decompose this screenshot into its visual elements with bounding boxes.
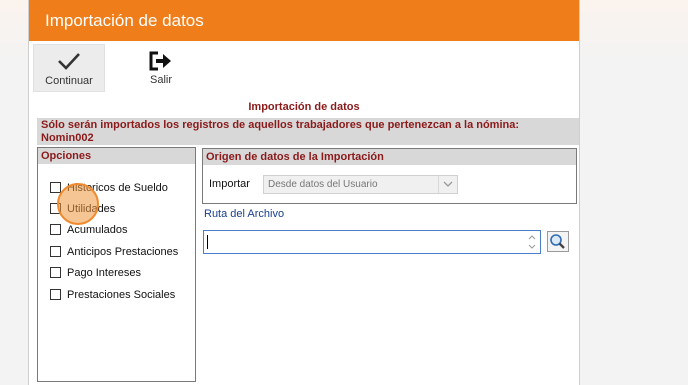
exit-button[interactable]: Salir [131,44,191,92]
option-historicos-sueldo[interactable]: Historicos de Sueldo [50,181,168,195]
import-source-value: Desde datos del Usuario [268,179,378,190]
options-header: Opciones [38,148,195,164]
check-icon [57,51,81,74]
checkbox[interactable] [50,266,61,278]
option-pago-intereses[interactable]: Pago Intereses [50,266,141,280]
scroll-arrows-icon[interactable] [527,233,537,251]
option-label: Pago Intereses [67,267,141,279]
continue-button[interactable]: Continuar [33,44,105,92]
browse-button[interactable] [547,231,569,252]
notice-line-1: Sólo serán importados los registros de a… [41,119,520,131]
import-source-select[interactable]: Desde datos del Usuario [263,175,458,194]
exit-label: Salir [149,74,172,86]
file-path-label: Ruta del Archivo [204,208,285,220]
option-anticipos-prestaciones[interactable]: Anticipos Prestaciones [50,245,178,259]
import-dialog: Importación de datos Continuar Salir Imp… [28,0,580,385]
notice-payroll-code: Nomin002 [41,132,94,144]
window-title: Importación de datos [29,0,579,41]
checkbox[interactable] [50,245,61,257]
chevron-down-icon[interactable] [438,176,457,193]
checkbox[interactable] [50,181,61,193]
continue-label: Continuar [45,75,93,87]
option-label: Acumulados [67,224,128,236]
option-label: Prestaciones Sociales [67,289,176,301]
section-title: Importación de datos [248,101,360,113]
checkbox[interactable] [50,202,61,214]
import-label: Importar [209,178,250,190]
origin-group: Origen de datos de la Importación Import… [202,148,577,204]
option-utilidades[interactable]: Utilidades [50,202,115,216]
option-label: Utilidades [67,203,116,215]
exit-arrow-icon [148,50,174,75]
origin-header: Origen de datos de la Importación [203,149,576,165]
magnifier-icon [548,234,568,255]
option-label: Historicos de Sueldo [67,182,168,194]
option-prestaciones-sociales[interactable]: Prestaciones Sociales [50,288,175,302]
checkbox[interactable] [50,223,61,235]
payroll-notice: Sólo serán importados los registros de a… [37,118,579,145]
options-group: Opciones Historicos de Sueldo Utilidades… [37,147,196,382]
option-label: Anticipos Prestaciones [67,246,179,258]
text-cursor [207,235,208,249]
file-path-input[interactable] [203,230,541,254]
checkbox[interactable] [50,288,61,300]
option-acumulados[interactable]: Acumulados [50,223,128,237]
